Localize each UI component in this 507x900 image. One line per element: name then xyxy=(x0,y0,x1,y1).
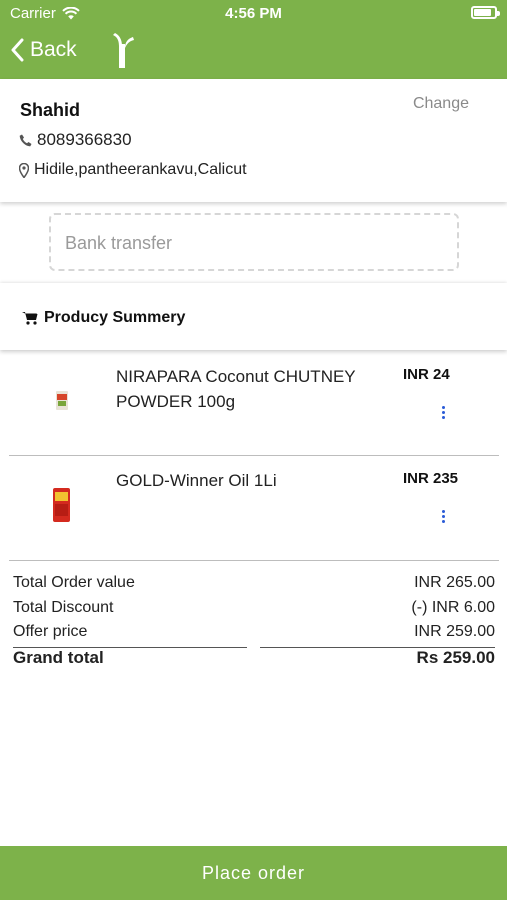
customer-name: Shahid xyxy=(20,100,81,120)
grand-total-row: Grand total Rs 259.00 xyxy=(13,648,495,673)
product-thumbnail-chutney xyxy=(56,391,68,410)
offer-price-row: Offer price INR 259.00 xyxy=(13,623,495,648)
product-name: GOLD-Winner Oil 1Li xyxy=(116,471,277,490)
more-options-icon[interactable] xyxy=(441,510,447,526)
shopping-cart-icon xyxy=(22,312,38,325)
total-discount: (-) INR 6.00 xyxy=(411,598,495,616)
summary-title-row: Producy Summery xyxy=(22,309,185,327)
phone-number: 8089366830 xyxy=(37,130,132,149)
chevron-left-icon xyxy=(11,38,24,62)
grand-total: Rs 259.00 xyxy=(416,647,495,667)
product-row[interactable]: NIRAPARA Coconut CHUTNEY POWDER 100g INR… xyxy=(9,352,499,456)
offer-price: INR 259.00 xyxy=(414,623,495,640)
battery-icon xyxy=(471,6,500,19)
product-price: INR 24 xyxy=(403,366,450,383)
total-order-value: INR 265.00 xyxy=(414,574,495,591)
grand-total-label: Grand total xyxy=(13,647,104,667)
payment-method-field[interactable]: Bank transfer xyxy=(49,213,459,271)
back-label: Back xyxy=(30,38,77,61)
brand-leaf-logo-icon xyxy=(113,33,134,68)
app-header: Carrier 4:56 PM Back xyxy=(0,0,507,79)
back-button[interactable]: Back xyxy=(10,38,77,62)
place-order-button[interactable]: Place order xyxy=(0,846,507,900)
phone-row: 8089366830 xyxy=(19,130,132,150)
summary-title: Producy Summery xyxy=(44,309,186,326)
navigation-bar: Back xyxy=(0,30,507,76)
phone-icon xyxy=(19,134,32,146)
total-discount-row: Total Discount (-) INR 6.00 xyxy=(13,599,495,624)
change-address-button[interactable]: Change xyxy=(413,95,469,113)
delivery-address-card: Shahid Change 8089366830 Hidile,pantheer… xyxy=(0,79,507,202)
product-name: NIRAPARA Coconut CHUTNEY POWDER 100g xyxy=(116,367,356,411)
product-row[interactable]: GOLD-Winner Oil 1Li INR 235 xyxy=(9,456,499,561)
product-price: INR 235 xyxy=(403,470,459,487)
total-discount-label: Total Discount xyxy=(13,598,114,616)
clock: 4:56 PM xyxy=(225,5,282,22)
order-totals: Total Order value INR 265.00 Total Disco… xyxy=(13,574,495,672)
total-order-value-row: Total Order value INR 265.00 xyxy=(13,574,495,599)
more-options-icon[interactable] xyxy=(441,406,447,422)
location-row: Hidile,pantheerankavu,Calicut xyxy=(19,161,247,179)
total-order-value-label: Total Order value xyxy=(13,574,135,591)
offer-price-label: Offer price xyxy=(13,623,88,640)
divider-right xyxy=(260,647,495,648)
status-bar: Carrier 4:56 PM xyxy=(0,0,507,28)
divider-left xyxy=(13,647,247,648)
product-thumbnail-oil xyxy=(53,488,70,522)
product-summary-header: Producy Summery xyxy=(0,283,507,350)
location-text: Hidile,pantheerankavu,Calicut xyxy=(34,161,247,178)
map-pin-icon xyxy=(19,162,29,178)
